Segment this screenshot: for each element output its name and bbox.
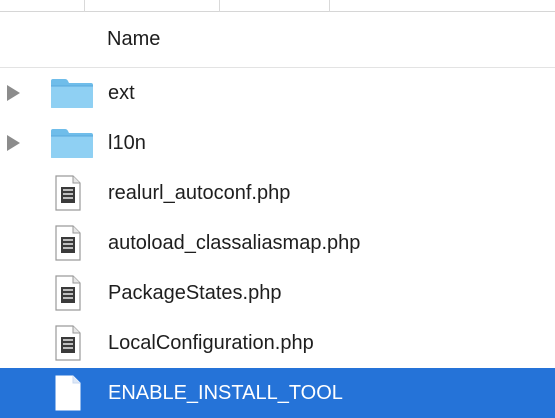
column-divider[interactable] — [0, 0, 85, 12]
folder-icon — [51, 129, 93, 158]
list-item-packagestates[interactable]: PackageStates.php — [0, 268, 555, 318]
column-divider[interactable] — [85, 0, 220, 12]
list-item-label: ext — [108, 81, 135, 104]
list-item-label: ENABLE_INSTALL_TOOL — [108, 381, 343, 404]
list-item-localconfiguration[interactable]: LocalConfiguration.php — [0, 318, 555, 368]
list-item-label: realurl_autoconf.php — [108, 181, 291, 204]
list-item-l10n[interactable]: l10n — [0, 118, 555, 168]
disclosure-triangle-icon[interactable] — [7, 85, 20, 101]
file-list: ext l10n realurl_autoconf.php autoload_c… — [0, 68, 555, 418]
list-item-ext[interactable]: ext — [0, 68, 555, 118]
php-file-icon — [55, 225, 81, 261]
list-item-enable-install-tool[interactable]: ENABLE_INSTALL_TOOL — [0, 368, 555, 418]
blank-file-icon — [55, 375, 81, 411]
list-item-label: LocalConfiguration.php — [108, 331, 314, 354]
column-header-label: Name — [107, 28, 161, 50]
php-file-icon — [55, 325, 81, 361]
list-item-realurl-autoconf[interactable]: realurl_autoconf.php — [0, 168, 555, 218]
list-item-label: l10n — [108, 131, 146, 154]
disclosure-triangle-icon[interactable] — [7, 135, 20, 151]
php-file-icon — [55, 175, 81, 211]
list-item-label: PackageStates.php — [108, 281, 282, 304]
column-header-name[interactable]: Name — [0, 12, 555, 68]
folder-icon — [51, 79, 93, 108]
column-divider[interactable] — [220, 0, 330, 12]
list-item-autoload-classaliasmap[interactable]: autoload_classaliasmap.php — [0, 218, 555, 268]
list-item-label: autoload_classaliasmap.php — [108, 231, 361, 254]
php-file-icon — [55, 275, 81, 311]
column-header-top-border — [0, 0, 555, 12]
column-divider[interactable] — [330, 0, 555, 12]
